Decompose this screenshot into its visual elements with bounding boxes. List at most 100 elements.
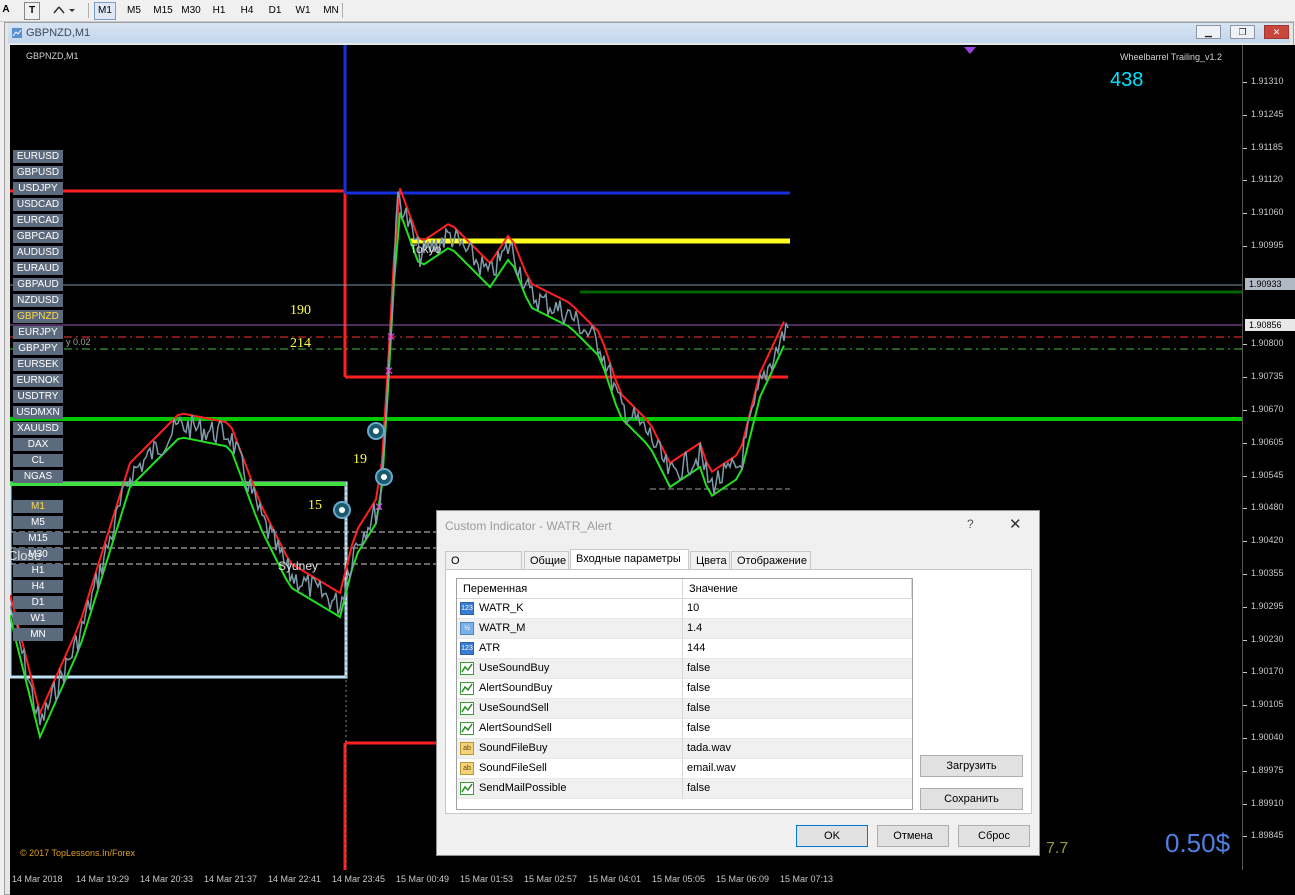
symbol-button-euraud[interactable]: EURAUD — [13, 262, 63, 275]
param-value[interactable]: false — [687, 662, 710, 674]
param-name: AlertSoundSell — [479, 722, 552, 734]
price-tick: 1.89910 — [1243, 797, 1284, 808]
int-type-icon: 123 — [460, 642, 474, 655]
symbol-button-audusd[interactable]: AUDUSD — [13, 246, 63, 259]
symbol-button-gbpnzd[interactable]: GBPNZD — [13, 310, 63, 323]
chart-tf-button-mn[interactable]: MN — [13, 628, 63, 641]
symbol-button-cl[interactable]: CL — [13, 454, 63, 467]
timeframe-button-h4[interactable]: H4 — [236, 2, 258, 20]
param-row[interactable]: AlertSoundBuy false — [457, 679, 912, 699]
value-15: 15 — [308, 498, 322, 513]
bool-type-icon — [460, 782, 474, 795]
timeframe-button-h1[interactable]: H1 — [208, 2, 230, 20]
chart-window-titlebar[interactable]: GBPNZD,M1 ▁ ❐ ✕ — [8, 23, 1290, 43]
param-row[interactable]: SendMailPossible false — [457, 779, 912, 799]
text-label-tool-icon[interactable]: T — [24, 2, 40, 20]
tab-colors[interactable]: Цвета — [690, 551, 730, 569]
chart-tf-button-m15[interactable]: M15 — [13, 532, 63, 545]
symbol-button-usdmxn[interactable]: USDMXN — [13, 406, 63, 419]
param-value[interactable]: false — [687, 782, 710, 794]
symbol-button-nzdusd[interactable]: NZDUSD — [13, 294, 63, 307]
reset-button[interactable]: Сброс — [958, 825, 1030, 847]
param-row[interactable]: 123 ATR 144 — [457, 639, 912, 659]
chart-tf-button-d1[interactable]: D1 — [13, 596, 63, 609]
svg-text:✕: ✕ — [384, 364, 394, 378]
symbol-button-xauusd[interactable]: XAUUSD — [13, 422, 63, 435]
chart-tf-button-m5[interactable]: M5 — [13, 516, 63, 529]
int-type-icon: 123 — [460, 602, 474, 615]
inputs-pane: Переменная Значение 123 WATR_K 10 ½ WATR_M 1.… — [445, 569, 1032, 814]
load-button[interactable]: Загрузить — [920, 755, 1023, 777]
param-value[interactable]: email.wav — [687, 762, 736, 774]
param-row[interactable]: 123 WATR_K 10 — [457, 599, 912, 619]
price-tick: 1.90230 — [1243, 633, 1284, 644]
price-tick: 1.91245 — [1243, 108, 1284, 119]
tab-visualization[interactable]: Отображение — [731, 551, 811, 569]
column-header-variable[interactable]: Переменная — [457, 579, 683, 599]
copyright-label: © 2017 TopLessons.In/Forex — [20, 848, 136, 858]
param-value[interactable]: false — [687, 682, 710, 694]
timeframe-button-d1[interactable]: D1 — [264, 2, 286, 20]
time-tick: 15 Mar 02:57 — [524, 874, 578, 884]
param-row[interactable]: ab SoundFileBuy tada.wav — [457, 739, 912, 759]
timeframe-button-m15[interactable]: M15 — [150, 2, 176, 20]
param-value[interactable]: 1.4 — [687, 622, 702, 634]
symbol-button-ngas[interactable]: NGAS — [13, 470, 63, 483]
timeframe-button-w1[interactable]: W1 — [292, 2, 314, 20]
symbol-button-eursek[interactable]: EURSEK — [13, 358, 63, 371]
param-value[interactable]: 144 — [687, 642, 705, 654]
sydney-session-label: Sydney — [278, 559, 319, 573]
timeframe-button-m30[interactable]: M30 — [178, 2, 204, 20]
param-row[interactable]: UseSoundBuy false — [457, 659, 912, 679]
column-header-value[interactable]: Значение — [683, 579, 912, 599]
chart-tf-button-h1[interactable]: H1 — [13, 564, 63, 577]
param-row[interactable]: ab SoundFileSell email.wav — [457, 759, 912, 779]
param-value[interactable]: 10 — [687, 602, 699, 614]
string-type-icon: ab — [460, 762, 474, 775]
tab-about[interactable]: О программе — [445, 551, 522, 585]
symbol-button-usdcad[interactable]: USDCAD — [13, 198, 63, 211]
symbol-button-eurnok[interactable]: EURNOK — [13, 374, 63, 387]
cancel-button[interactable]: Отмена — [877, 825, 949, 847]
timeframe-button-m5[interactable]: M5 — [122, 2, 146, 20]
price-tick: 1.90355 — [1243, 568, 1284, 578]
tab-common[interactable]: Общие — [524, 551, 569, 569]
parameters-table[interactable]: Переменная Значение 123 WATR_K 10 ½ WATR_M 1.… — [456, 578, 913, 810]
chart-tf-button-h4[interactable]: H4 — [13, 580, 63, 593]
symbol-button-gbpcad[interactable]: GBPCAD — [13, 230, 63, 243]
symbol-button-gbpjpy[interactable]: GBPJPY — [13, 342, 63, 355]
symbol-button-eurjpy[interactable]: EURJPY — [13, 326, 63, 339]
bool-type-icon — [460, 682, 474, 695]
tab-inputs[interactable]: Входные параметры — [570, 549, 689, 570]
close-window-button[interactable]: ✕ — [1264, 25, 1289, 39]
param-value[interactable]: false — [687, 702, 710, 714]
symbol-button-usdtry[interactable]: USDTRY — [13, 390, 63, 403]
chart-tf-button-w1[interactable]: W1 — [13, 612, 63, 625]
param-value[interactable]: false — [687, 722, 710, 734]
param-row[interactable]: UseSoundSell false — [457, 699, 912, 719]
symbol-button-gbpaud[interactable]: GBPAUD — [13, 278, 63, 291]
param-name: UseSoundBuy — [479, 662, 550, 674]
timeframe-button-mn[interactable]: MN — [320, 2, 342, 20]
restore-button[interactable]: ❐ — [1230, 25, 1255, 39]
symbol-button-eurusd[interactable]: EURUSD — [13, 150, 63, 163]
symbol-button-dax[interactable]: DAX — [13, 438, 63, 451]
text-tool-icon[interactable]: A — [0, 2, 12, 18]
symbol-button-gbpusd[interactable]: GBPUSD — [13, 166, 63, 179]
param-row[interactable]: ½ WATR_M 1.4 — [457, 619, 912, 639]
param-name: SoundFileSell — [479, 762, 547, 774]
param-row[interactable]: AlertSoundSell false — [457, 719, 912, 739]
symbol-button-eurcad[interactable]: EURCAD — [13, 214, 63, 227]
save-button[interactable]: Сохранить — [920, 788, 1023, 810]
symbol-button-usdjpy[interactable]: USDJPY — [13, 182, 63, 195]
param-value[interactable]: tada.wav — [687, 742, 731, 754]
price-tick: 1.90105 — [1243, 699, 1284, 710]
ok-button[interactable]: OK — [796, 825, 868, 847]
time-tick: 15 Mar 05:05 — [652, 874, 706, 884]
chart-tf-button-m1[interactable]: M1 — [13, 500, 63, 513]
minimize-button[interactable]: ▁ — [1196, 25, 1221, 39]
timeframe-button-m1[interactable]: M1 — [94, 2, 116, 20]
dialog-close-button[interactable]: ✕ — [1009, 515, 1022, 533]
objects-dropdown-icon[interactable] — [50, 2, 76, 18]
help-button[interactable]: ? — [967, 517, 974, 531]
